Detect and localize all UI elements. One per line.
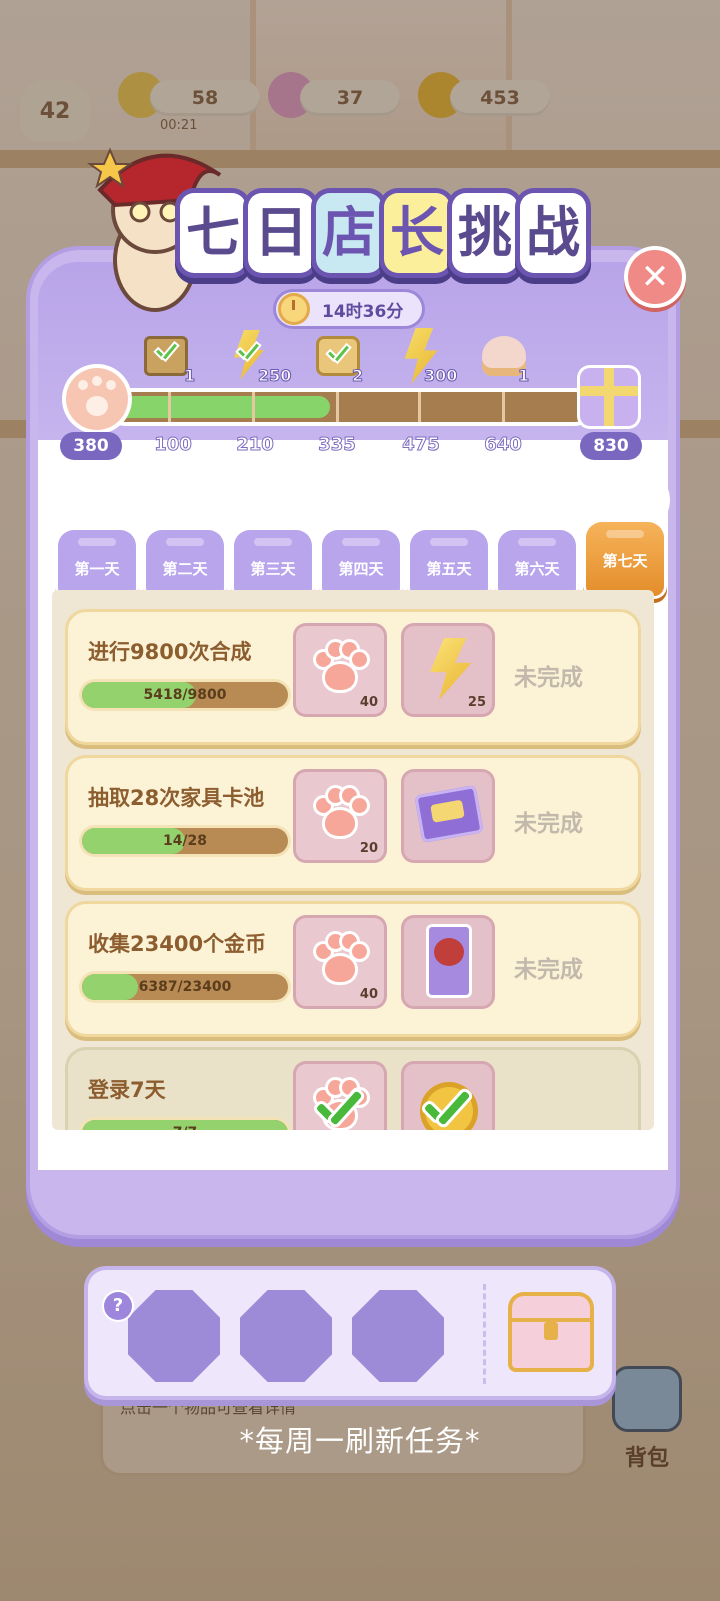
task-reward-slot[interactable]: 40 <box>296 626 384 714</box>
title-char: 长 <box>384 193 450 273</box>
milestone-reward-count: 300 <box>423 366 458 386</box>
milestone-tick <box>252 392 255 422</box>
task-reward-slot[interactable]: 20 <box>296 772 384 860</box>
chest-divider <box>483 1284 486 1384</box>
task-progress-text: 14/28 <box>162 833 208 849</box>
title-char: 店 <box>316 193 382 273</box>
reward-count: 25 <box>467 695 486 710</box>
reward-count: 40 <box>359 695 378 710</box>
milestone-score: 640 <box>484 434 523 456</box>
task-reward-slot[interactable] <box>404 1064 492 1130</box>
score-progress-track <box>110 392 590 422</box>
tab-day-2[interactable]: 第二天 <box>146 530 224 598</box>
milestone-tick <box>168 392 171 422</box>
task-progress-bar: 5418/9800 <box>82 682 288 708</box>
title-char: 战 <box>520 193 586 273</box>
close-button[interactable]: ✕ <box>628 250 682 304</box>
task-list[interactable]: 进行9800次合成 5418/9800 40 25 未完成 抽取28次家具卡池 … <box>52 590 654 1130</box>
check-icon <box>422 1086 476 1130</box>
milestone-reward-count: 250 <box>257 366 292 386</box>
treasure-chest-icon[interactable] <box>508 1292 594 1372</box>
task-title: 收集23400个金币 <box>88 932 267 956</box>
final-score: 830 <box>580 432 642 460</box>
paw-icon <box>314 642 367 694</box>
furniture-ticket-icon <box>414 784 484 844</box>
tab-day-7[interactable]: 第七天 <box>586 522 664 596</box>
task-status: 未完成 <box>514 811 583 837</box>
check-icon <box>154 344 180 364</box>
task-reward-slot[interactable] <box>404 918 492 1006</box>
milestone-tick <box>502 392 505 422</box>
task-progress-text: 5418/9800 <box>143 687 227 703</box>
tab-day-1[interactable]: 第一天 <box>58 530 136 598</box>
task-progress-text: 7/7 <box>82 1120 288 1130</box>
weekly-refresh-note: *每周一刷新任务* <box>239 1424 481 1458</box>
final-gift-icon[interactable] <box>580 368 638 426</box>
task-reward-slot[interactable]: 25 <box>404 626 492 714</box>
paw-icon <box>314 788 367 840</box>
reward-count: 20 <box>359 841 378 856</box>
event-timer-text: 14时36分 <box>322 301 404 322</box>
paw-points-icon <box>66 368 128 430</box>
task-progress-bar: 7/7 <box>82 1120 288 1130</box>
title-char: 挑 <box>452 193 518 273</box>
milestone-score: 475 <box>402 434 441 456</box>
event-timer: 14时36分 <box>276 292 422 326</box>
task-progress-bar: 6387/23400 <box>82 974 288 1000</box>
task-title: 抽取28次家具卡池 <box>88 786 265 810</box>
tab-day-6[interactable]: 第六天 <box>498 530 576 598</box>
task-card: 收集23400个金币 6387/23400 40 未完成 <box>68 904 638 1034</box>
help-button[interactable]: ? <box>104 1292 132 1320</box>
milestone-reward-count: 1 <box>517 366 530 386</box>
milestone-score: 210 <box>236 434 275 456</box>
chest-slot[interactable] <box>352 1290 444 1382</box>
task-title: 登录7天 <box>88 1078 166 1102</box>
task-card: 登录7天 7/7 <box>68 1050 638 1130</box>
tab-day-5[interactable]: 第五天 <box>410 530 488 598</box>
energy-bolt-icon <box>430 638 472 700</box>
task-progress-bar: 14/28 <box>82 828 288 854</box>
close-icon: ✕ <box>640 257 670 297</box>
dialog-bottom-strip <box>38 1170 668 1220</box>
task-card: 进行9800次合成 5418/9800 40 25 未完成 <box>68 612 638 742</box>
task-reward-slot[interactable] <box>404 772 492 860</box>
task-reward-slot[interactable] <box>296 1064 384 1130</box>
task-reward-slot[interactable]: 40 <box>296 918 384 1006</box>
dialog-title: 七 日 店 长 挑 战 <box>180 178 588 288</box>
title-char: 七 <box>180 193 246 273</box>
milestone-tick <box>336 392 339 422</box>
check-icon <box>326 346 352 366</box>
check-icon <box>236 344 262 364</box>
milestone-score: 100 <box>154 434 193 456</box>
task-status: 未完成 <box>514 665 583 691</box>
chest-slot[interactable] <box>240 1290 332 1382</box>
chest-slot[interactable] <box>128 1290 220 1382</box>
cat-card-icon <box>426 924 472 998</box>
task-title: 进行9800次合成 <box>88 640 252 664</box>
task-card: 抽取28次家具卡池 14/28 20 未完成 <box>68 758 638 888</box>
task-status: 未完成 <box>514 957 583 983</box>
reward-count: 40 <box>359 987 378 1002</box>
milestone-reward-count: 1 <box>183 366 196 386</box>
check-icon <box>314 1086 368 1130</box>
milestone-score: 335 <box>318 434 357 456</box>
score-progress-fill <box>110 396 330 418</box>
title-char: 日 <box>248 193 314 273</box>
paw-icon <box>314 934 367 986</box>
tab-day-4[interactable]: 第四天 <box>322 530 400 598</box>
tab-day-3[interactable]: 第三天 <box>234 530 312 598</box>
current-score: 380 <box>60 432 122 460</box>
milestone-tick <box>418 392 421 422</box>
alarm-clock-icon <box>278 293 310 325</box>
task-progress-text: 6387/23400 <box>138 979 232 995</box>
milestone-reward-count: 2 <box>351 366 364 386</box>
